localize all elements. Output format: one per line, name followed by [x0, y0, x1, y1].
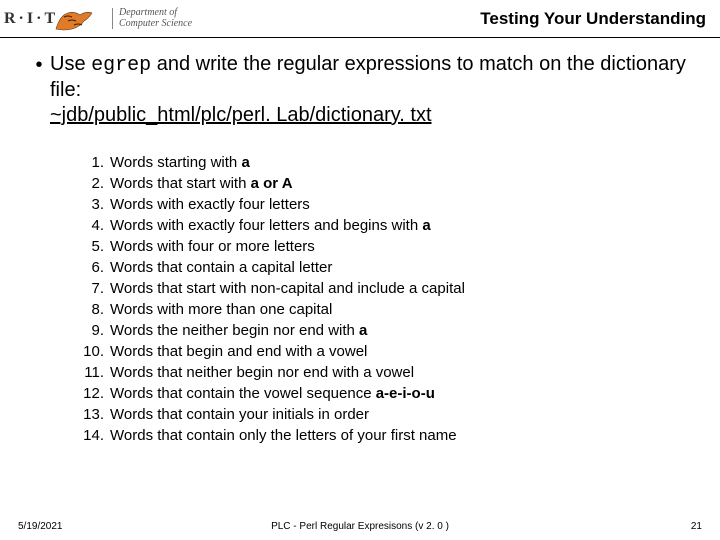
main-text: Use egrep and write the regular expressi… — [50, 52, 692, 128]
department-label: Department of Computer Science — [112, 8, 192, 29]
list-number: 6. — [78, 257, 104, 278]
list-text: Words that contain your initials in orde… — [110, 404, 369, 425]
logo-area: R·I·T Department of Computer Science — [4, 4, 192, 34]
bullet-icon: • — [28, 52, 50, 78]
footer-page: 21 — [691, 521, 702, 532]
list-item: 1. Words starting with a — [78, 152, 692, 173]
list-item: 11. Words that neither begin nor end with… — [78, 362, 692, 383]
list-item: 10. Words that begin and end with a vowel — [78, 341, 692, 362]
list-number: 14. — [78, 425, 104, 446]
list-item: 8. Words with more than one capital — [78, 299, 692, 320]
list-text: Words the neither begin nor end with a — [110, 320, 367, 341]
list-text: Words that begin and end with a vowel — [110, 341, 367, 362]
list-item: 12. Words that contain the vowel sequence… — [78, 383, 692, 404]
list-text: Words with four or more letters — [110, 236, 315, 257]
list-number: 11. — [78, 362, 104, 383]
list-text: Words that start with non-capital and in… — [110, 278, 465, 299]
list-text: Words that contain a capital letter — [110, 257, 332, 278]
header-bar: R·I·T Department of Computer Science Tes… — [0, 0, 720, 38]
list-text: Words that start with a or A — [110, 173, 293, 194]
footer-date: 5/19/2021 — [18, 521, 63, 532]
list-number: 3. — [78, 194, 104, 215]
list-number: 5. — [78, 236, 104, 257]
list-text: Words starting with a — [110, 152, 250, 173]
dept-line1: Department of — [119, 8, 192, 19]
main-bullet-row: • Use egrep and write the regular expres… — [28, 52, 692, 128]
list-item: 14. Words that contain only the letters o… — [78, 425, 692, 446]
content-area: • Use egrep and write the regular expres… — [0, 38, 720, 446]
list-number: 8. — [78, 299, 104, 320]
list-item: 3. Words with exactly four letters — [78, 194, 692, 215]
main-line1a: Use — [50, 53, 91, 75]
list-number: 13. — [78, 404, 104, 425]
list-number: 9. — [78, 320, 104, 341]
footer-center: PLC - Perl Regular Expresisons (v 2. 0 ) — [271, 521, 449, 532]
list-item: 2. Words that start with a or A — [78, 173, 692, 194]
dictionary-path: ~jdb/public_html/plc/perl. Lab/dictionar… — [50, 104, 432, 126]
rit-logo: R·I·T — [4, 4, 104, 34]
list-number: 7. — [78, 278, 104, 299]
list-number: 4. — [78, 215, 104, 236]
list-text: Words with exactly four letters — [110, 194, 310, 215]
list-number: 2. — [78, 173, 104, 194]
list-item: 4. Words with exactly four letters and be… — [78, 215, 692, 236]
dept-line2: Computer Science — [119, 19, 192, 30]
exercise-list: 1. Words starting with a 2. Words that star… — [78, 152, 692, 446]
list-text: Words that neither begin nor end with a … — [110, 362, 414, 383]
footer: 5/19/2021 PLC - Perl Regular Expresisons… — [0, 521, 720, 532]
slide-title: Testing Your Understanding — [480, 9, 712, 29]
list-number: 12. — [78, 383, 104, 404]
code-egrep: egrep — [91, 54, 151, 77]
list-item: 6. Words that contain a capital letter — [78, 257, 692, 278]
tiger-icon — [54, 5, 94, 33]
list-text: Words with exactly four letters and begi… — [110, 215, 431, 236]
list-number: 10. — [78, 341, 104, 362]
list-text: Words that contain only the letters of y… — [110, 425, 457, 446]
list-item: 13. Words that contain your initials in o… — [78, 404, 692, 425]
list-text: Words that contain the vowel sequence a-… — [110, 383, 435, 404]
list-text: Words with more than one capital — [110, 299, 332, 320]
list-item: 9. Words the neither begin nor end with a — [78, 320, 692, 341]
list-item: 7. Words that start with non-capital and … — [78, 278, 692, 299]
rit-text: R·I·T — [4, 10, 58, 28]
list-item: 5. Words with four or more letters — [78, 236, 692, 257]
list-number: 1. — [78, 152, 104, 173]
